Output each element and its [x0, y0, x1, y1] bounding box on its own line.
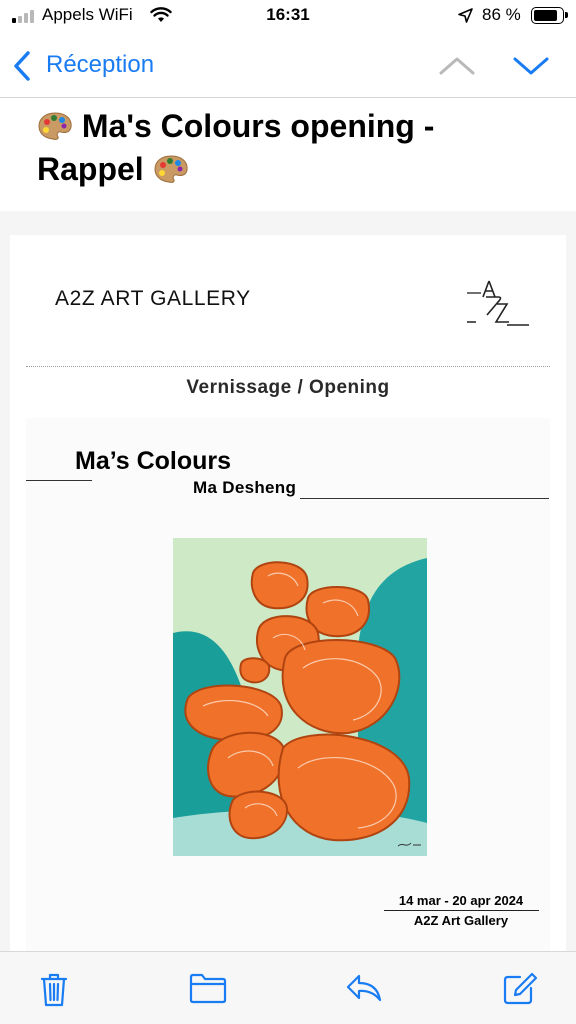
battery-percentage: 86 % [482, 5, 521, 24]
artist-palette-icon [38, 112, 72, 140]
divider [26, 366, 550, 367]
compose-icon[interactable] [502, 972, 538, 1006]
title-underline [26, 480, 92, 481]
back-to-inbox-button[interactable]: Réception [46, 51, 154, 79]
dates-underline [384, 910, 539, 911]
navigation-bar: Réception [0, 34, 576, 98]
gallery-name: A2Z ART GALLERY [55, 287, 251, 310]
exhibition-dates: 14 mar - 20 apr 2024 [398, 893, 524, 908]
status-bar: Appels WiFi 16:31 86 % [0, 0, 576, 34]
exhibition-title: Ma’s Colours [75, 447, 232, 475]
email-subject-header: Ma's Colours opening - Rappel [0, 99, 576, 211]
artist-name: Ma Desheng [193, 478, 297, 497]
artist-underline [300, 498, 549, 499]
battery-icon [531, 7, 568, 24]
event-type-label: Vernissage / Opening [186, 377, 390, 398]
a2z-logo [467, 280, 529, 326]
email-content: A2Z ART GALLERY Vernissage / Opening Ma’… [10, 235, 566, 951]
reply-icon[interactable] [345, 972, 383, 1004]
location-arrow-icon [458, 8, 473, 23]
bottom-toolbar [0, 951, 576, 1024]
back-chevron-icon[interactable] [12, 50, 32, 82]
folder-icon[interactable] [189, 972, 227, 1004]
next-message-icon[interactable] [512, 56, 550, 76]
trash-icon[interactable] [39, 972, 69, 1008]
previous-message-icon[interactable] [438, 56, 476, 76]
artwork-image[interactable] [173, 538, 427, 856]
exhibition-poster: Ma’s Colours Ma Desheng 14 mar - 20 apr … [26, 418, 550, 951]
email-subject-text: Ma's Colours opening - Rappel [37, 108, 435, 187]
email-subject: Ma's Colours opening - Rappel [37, 105, 517, 191]
artist-palette-icon [154, 155, 188, 183]
exhibition-venue: A2Z Art Gallery [413, 913, 509, 928]
